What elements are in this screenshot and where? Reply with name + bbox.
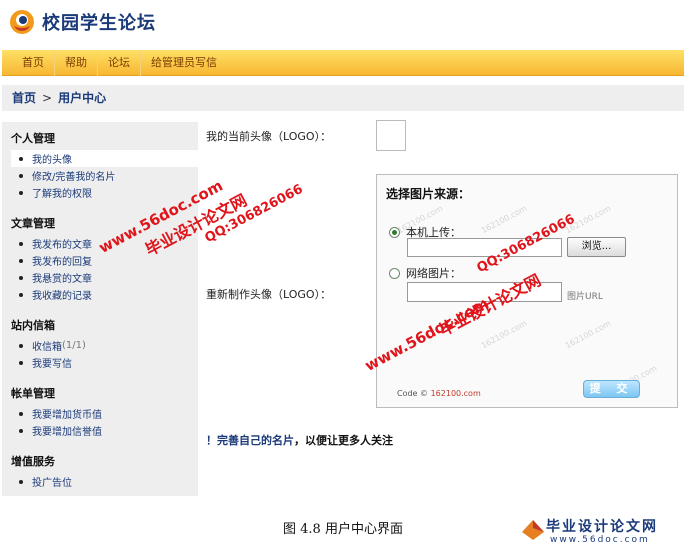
- sidebar-group-title: 站内信箱: [11, 319, 55, 332]
- sidebar-item-add-currency[interactable]: 我要增加货币值: [11, 405, 198, 422]
- breadcrumb-current: 用户中心: [58, 91, 107, 105]
- sidebar-item-my-avatar[interactable]: 我的头像: [11, 150, 198, 167]
- bullet-icon: [19, 360, 23, 365]
- sidebar-group-title: 帐单管理: [11, 387, 55, 400]
- sidebar-item-label: 我发布的回复: [32, 257, 92, 268]
- upload-source-title: 选择图片来源：: [386, 187, 471, 201]
- footer-watermark-logo: 毕业设计论文网 www.56doc.com: [520, 514, 682, 548]
- bullet-icon: [19, 275, 23, 280]
- sidebar-group-mailbox: 站内信箱 收信箱 (1/1) 我要写信: [11, 317, 198, 371]
- bullet-icon: [19, 156, 23, 161]
- sidebar-item-label: 修改/完善我的名片: [32, 172, 116, 183]
- sidebar-item-label: 我发布的文章: [32, 240, 92, 251]
- footer-brand: 毕业设计论文网: [546, 519, 658, 535]
- faint-watermark: 162100.com: [479, 203, 529, 236]
- network-image-label: 网络图片：: [406, 267, 461, 280]
- sidebar: 个人管理 我的头像 修改/完善我的名片 了解我的权限 文章管理 我发布的文章 我…: [2, 122, 198, 496]
- main-nav: 首页 帮助 论坛 给管理员写信: [2, 49, 684, 76]
- remake-avatar-label: 重新制作头像（LOGO）：: [206, 288, 332, 301]
- sidebar-item-add-credit[interactable]: 我要增加信誉值: [11, 422, 198, 439]
- current-avatar: [376, 120, 406, 151]
- bullet-icon: [19, 292, 23, 297]
- footer-logo-icon: [522, 520, 544, 540]
- bullet-icon: [19, 258, 23, 263]
- sidebar-item-label: 我收藏的记录: [32, 291, 92, 302]
- current-avatar-label: 我的当前头像（LOGO）：: [206, 130, 332, 143]
- sidebar-group-billing: 帐单管理 我要增加货币值 我要增加信誉值: [11, 385, 198, 439]
- site-logo[interactable]: 校园学生论坛: [8, 6, 156, 38]
- bullet-icon: [19, 428, 23, 433]
- sidebar-item-permissions[interactable]: 了解我的权限: [11, 184, 198, 201]
- network-image-option[interactable]: 网络图片：: [389, 265, 461, 281]
- sidebar-group-services: 增值服务 投广告位: [11, 453, 198, 490]
- sidebar-item-edit-card[interactable]: 修改/完善我的名片: [11, 167, 198, 184]
- bullet-icon: [19, 190, 23, 195]
- sidebar-item-label: 我要写信: [32, 359, 72, 370]
- faint-watermark: 162100.com: [479, 318, 529, 351]
- inbox-count: (1/1): [62, 340, 86, 351]
- sidebar-item-label: 投广告位: [32, 478, 72, 489]
- nav-home[interactable]: 首页: [12, 49, 55, 76]
- code-credit: Code © 162100.com: [397, 389, 481, 398]
- radio-network-image[interactable]: [389, 267, 400, 279]
- nav-help[interactable]: 帮助: [55, 49, 98, 76]
- notice-text: ，以便让更多人关注: [294, 434, 393, 447]
- bullet-icon: [19, 343, 23, 348]
- sidebar-item-ad-slot[interactable]: 投广告位: [11, 473, 198, 490]
- nav-forum[interactable]: 论坛: [98, 49, 141, 76]
- footer-url: www.56doc.com: [550, 535, 650, 545]
- breadcrumb-home[interactable]: 首页: [12, 91, 36, 105]
- bullet-icon: [19, 241, 23, 246]
- sidebar-item-label: 我悬赏的文章: [32, 274, 92, 285]
- sidebar-item-label: 我要增加信誉值: [32, 427, 102, 438]
- sidebar-item-label: 收信箱: [32, 342, 62, 353]
- sidebar-item-label: 了解我的权限: [32, 189, 92, 200]
- bullet-icon: [19, 173, 23, 178]
- faint-watermark: 162100.com: [563, 318, 613, 351]
- sidebar-group-personal: 个人管理 我的头像 修改/完善我的名片 了解我的权限: [11, 130, 198, 201]
- submit-button[interactable]: 提 交: [583, 380, 640, 398]
- browse-button[interactable]: 浏览...: [567, 237, 626, 257]
- breadcrumb-separator: >: [42, 91, 53, 105]
- notice-link[interactable]: ！完善自己的名片: [206, 434, 294, 447]
- code-credit-prefix: Code ©: [397, 389, 429, 398]
- sidebar-group-title: 增值服务: [11, 455, 55, 468]
- sidebar-item-label: 我的头像: [32, 155, 72, 166]
- image-url-hint: 图片URL: [567, 292, 603, 302]
- sidebar-item-label: 我要增加货币值: [32, 410, 102, 421]
- complete-card-notice: ！完善自己的名片，以便让更多人关注: [206, 432, 393, 448]
- bullet-icon: [19, 479, 23, 484]
- sidebar-item-write-mail[interactable]: 我要写信: [11, 354, 198, 371]
- sidebar-item-my-bounties[interactable]: 我悬赏的文章: [11, 269, 198, 286]
- sidebar-group-title: 个人管理: [11, 132, 55, 145]
- radio-local-upload[interactable]: [389, 226, 400, 238]
- logo-emblem-icon: [8, 8, 36, 36]
- site-name: 校园学生论坛: [42, 13, 156, 34]
- nav-write-admin[interactable]: 给管理员写信: [141, 50, 227, 76]
- code-credit-link[interactable]: 162100.com: [431, 389, 481, 398]
- breadcrumb: 首页 > 用户中心: [2, 85, 684, 111]
- sidebar-item-inbox[interactable]: 收信箱 (1/1): [11, 337, 198, 354]
- sidebar-item-my-favorites[interactable]: 我收藏的记录: [11, 286, 198, 303]
- bullet-icon: [19, 411, 23, 416]
